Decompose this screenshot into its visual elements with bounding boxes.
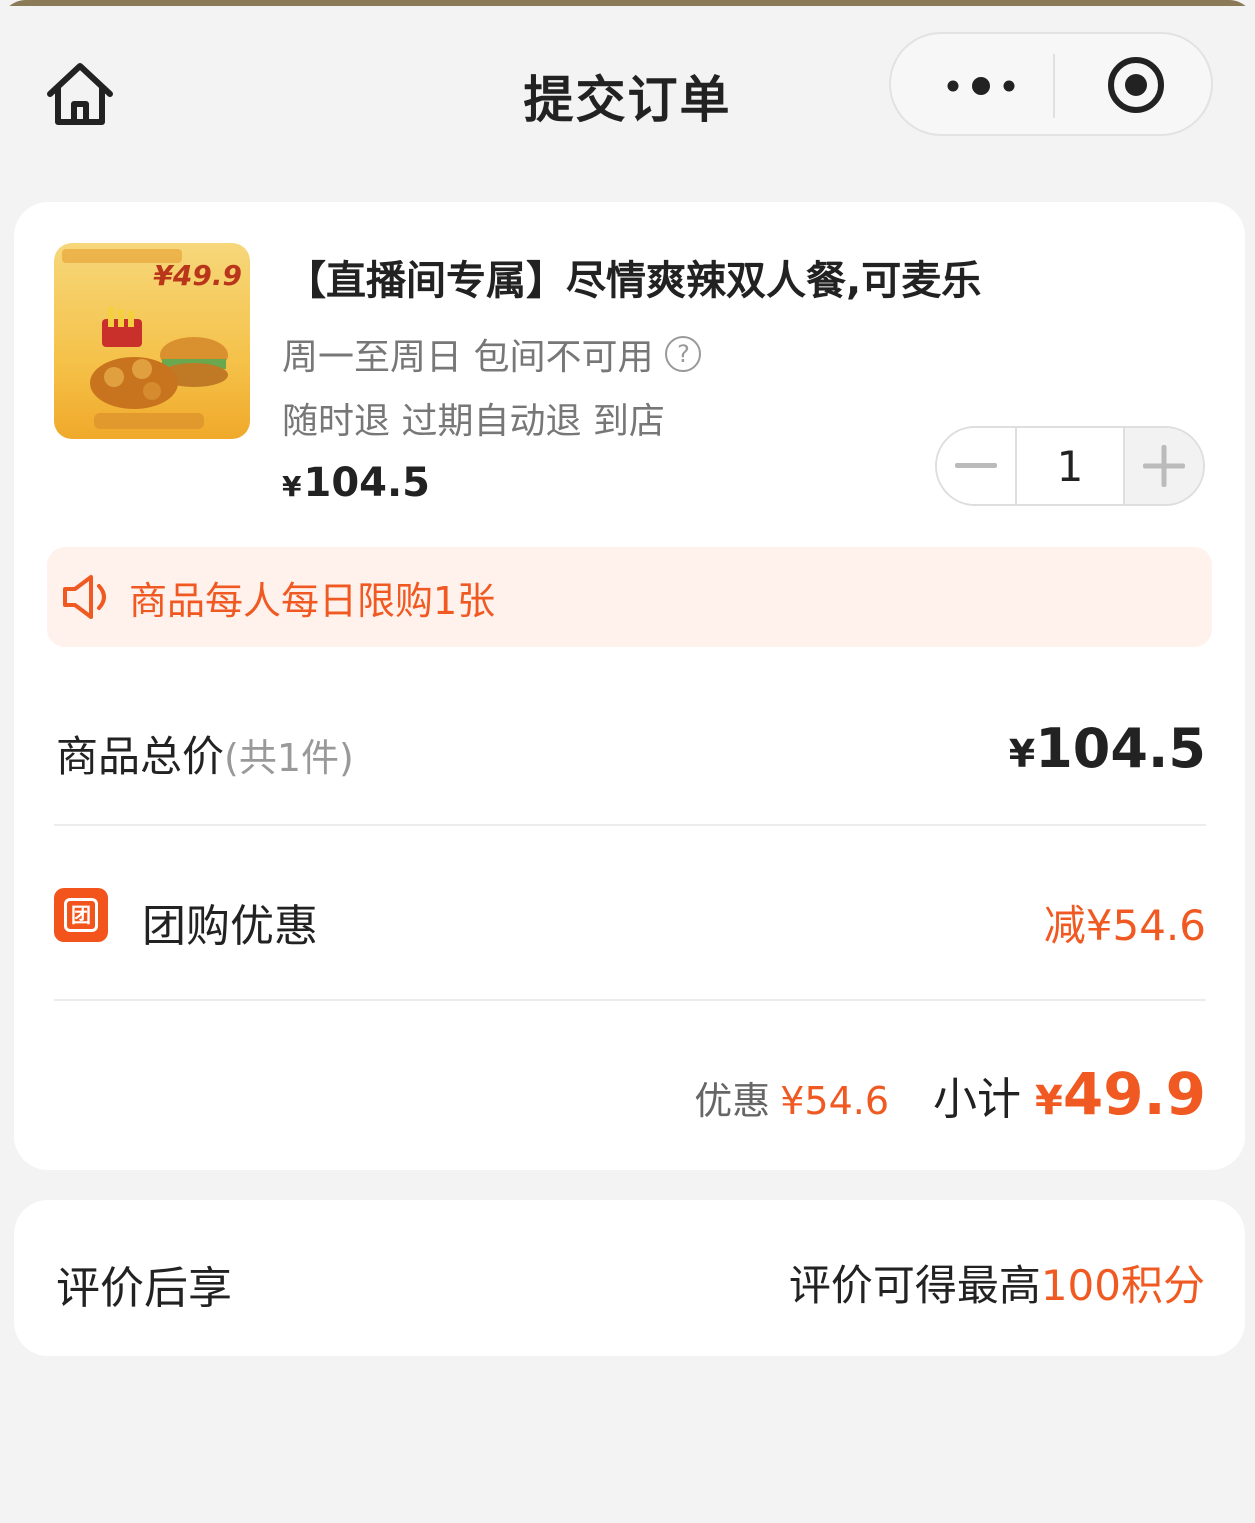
total-price-row: 商品总价(共1件) ¥104.5 (56, 717, 1206, 781)
subtotal-value: 49.9 (1062, 1060, 1206, 1128)
notice-text: 商品每人每日限购1张 (129, 578, 496, 623)
quantity-stepper: 1 (935, 426, 1205, 506)
image-footer-decoration (94, 413, 204, 429)
speaker-icon (63, 575, 106, 619)
total-label-group: 商品总价(共1件) (56, 723, 354, 784)
product-price: ¥104.5 (282, 460, 430, 506)
image-price-badge: ¥49.9 (153, 259, 242, 292)
header-bar: 提交订单 (0, 6, 1255, 166)
product-image[interactable]: ¥49.9 (54, 243, 250, 439)
availability-text: 周一至周日 包间不可用 (282, 337, 654, 378)
subtotal-label: 小计 (933, 1074, 1022, 1125)
product-title: 【直播间专属】尽情爽辣双人餐,可麦乐 (286, 258, 982, 304)
subtotal-value-group: ¥49.9 (1035, 1060, 1206, 1128)
subtotal-currency: ¥ (1035, 1078, 1063, 1124)
subtotal-row: 优惠 ¥54.6 小计 ¥49.9 (54, 1060, 1206, 1130)
review-reward-card[interactable]: 评价后享 评价可得最高100积分 (14, 1200, 1245, 1356)
increase-button[interactable] (1125, 428, 1203, 504)
divider (54, 824, 1206, 826)
more-dots-icon[interactable] (941, 68, 1021, 104)
total-value: 104.5 (1035, 717, 1206, 780)
price-value: 104.5 (303, 460, 431, 506)
review-label: 评价后享 (56, 1263, 232, 1314)
app-frame: 提交订单 ¥49.9 【直播间专属】尽情爽辣双人餐,可麦乐 周一至周日 包间不可… (0, 0, 1255, 1523)
total-label: 商品总价 (56, 732, 225, 781)
group-discount-row[interactable]: 团 团购优惠 减¥54.6 (54, 888, 1206, 952)
target-circle-icon[interactable] (1105, 54, 1167, 116)
mini-program-capsule (889, 32, 1213, 136)
plus-icon (1143, 445, 1185, 487)
decrease-button[interactable] (937, 428, 1015, 504)
food-illustration-icon (90, 307, 228, 409)
review-reward-prefix: 评价可得最高 (788, 1261, 1041, 1310)
minus-icon (955, 463, 997, 468)
purchase-limit-notice: 商品每人每日限购1张 (47, 547, 1212, 647)
discount-label: 优惠 (694, 1079, 771, 1123)
review-reward-points: 100积分 (1040, 1261, 1205, 1310)
total-count: (共1件) (224, 736, 354, 780)
divider (54, 999, 1206, 1001)
total-currency: ¥ (1008, 732, 1036, 776)
product-availability: 周一至周日 包间不可用 ? (282, 328, 702, 380)
group-buy-icon-char: 团 (64, 898, 98, 932)
quantity-value[interactable]: 1 (1015, 428, 1125, 504)
refund-policy: 随时退 过期自动退 到店 (282, 401, 665, 442)
total-value-group: ¥104.5 (1009, 717, 1206, 780)
capsule-divider (1053, 54, 1055, 118)
group-discount-label: 团购优惠 (142, 901, 318, 952)
group-buy-icon: 团 (54, 888, 108, 942)
discount-value: ¥54.6 (780, 1079, 890, 1123)
order-card: ¥49.9 【直播间专属】尽情爽辣双人餐,可麦乐 周一至周日 包间不可用 ? 随… (14, 202, 1245, 1170)
review-reward: 评价可得最高100积分 (789, 1252, 1205, 1313)
help-icon[interactable]: ? (665, 336, 702, 372)
price-currency: ¥ (282, 470, 302, 503)
subtotal-group: 优惠 ¥54.6 小计 ¥49.9 (694, 1060, 1206, 1128)
group-discount-value: 减¥54.6 (1043, 901, 1206, 950)
